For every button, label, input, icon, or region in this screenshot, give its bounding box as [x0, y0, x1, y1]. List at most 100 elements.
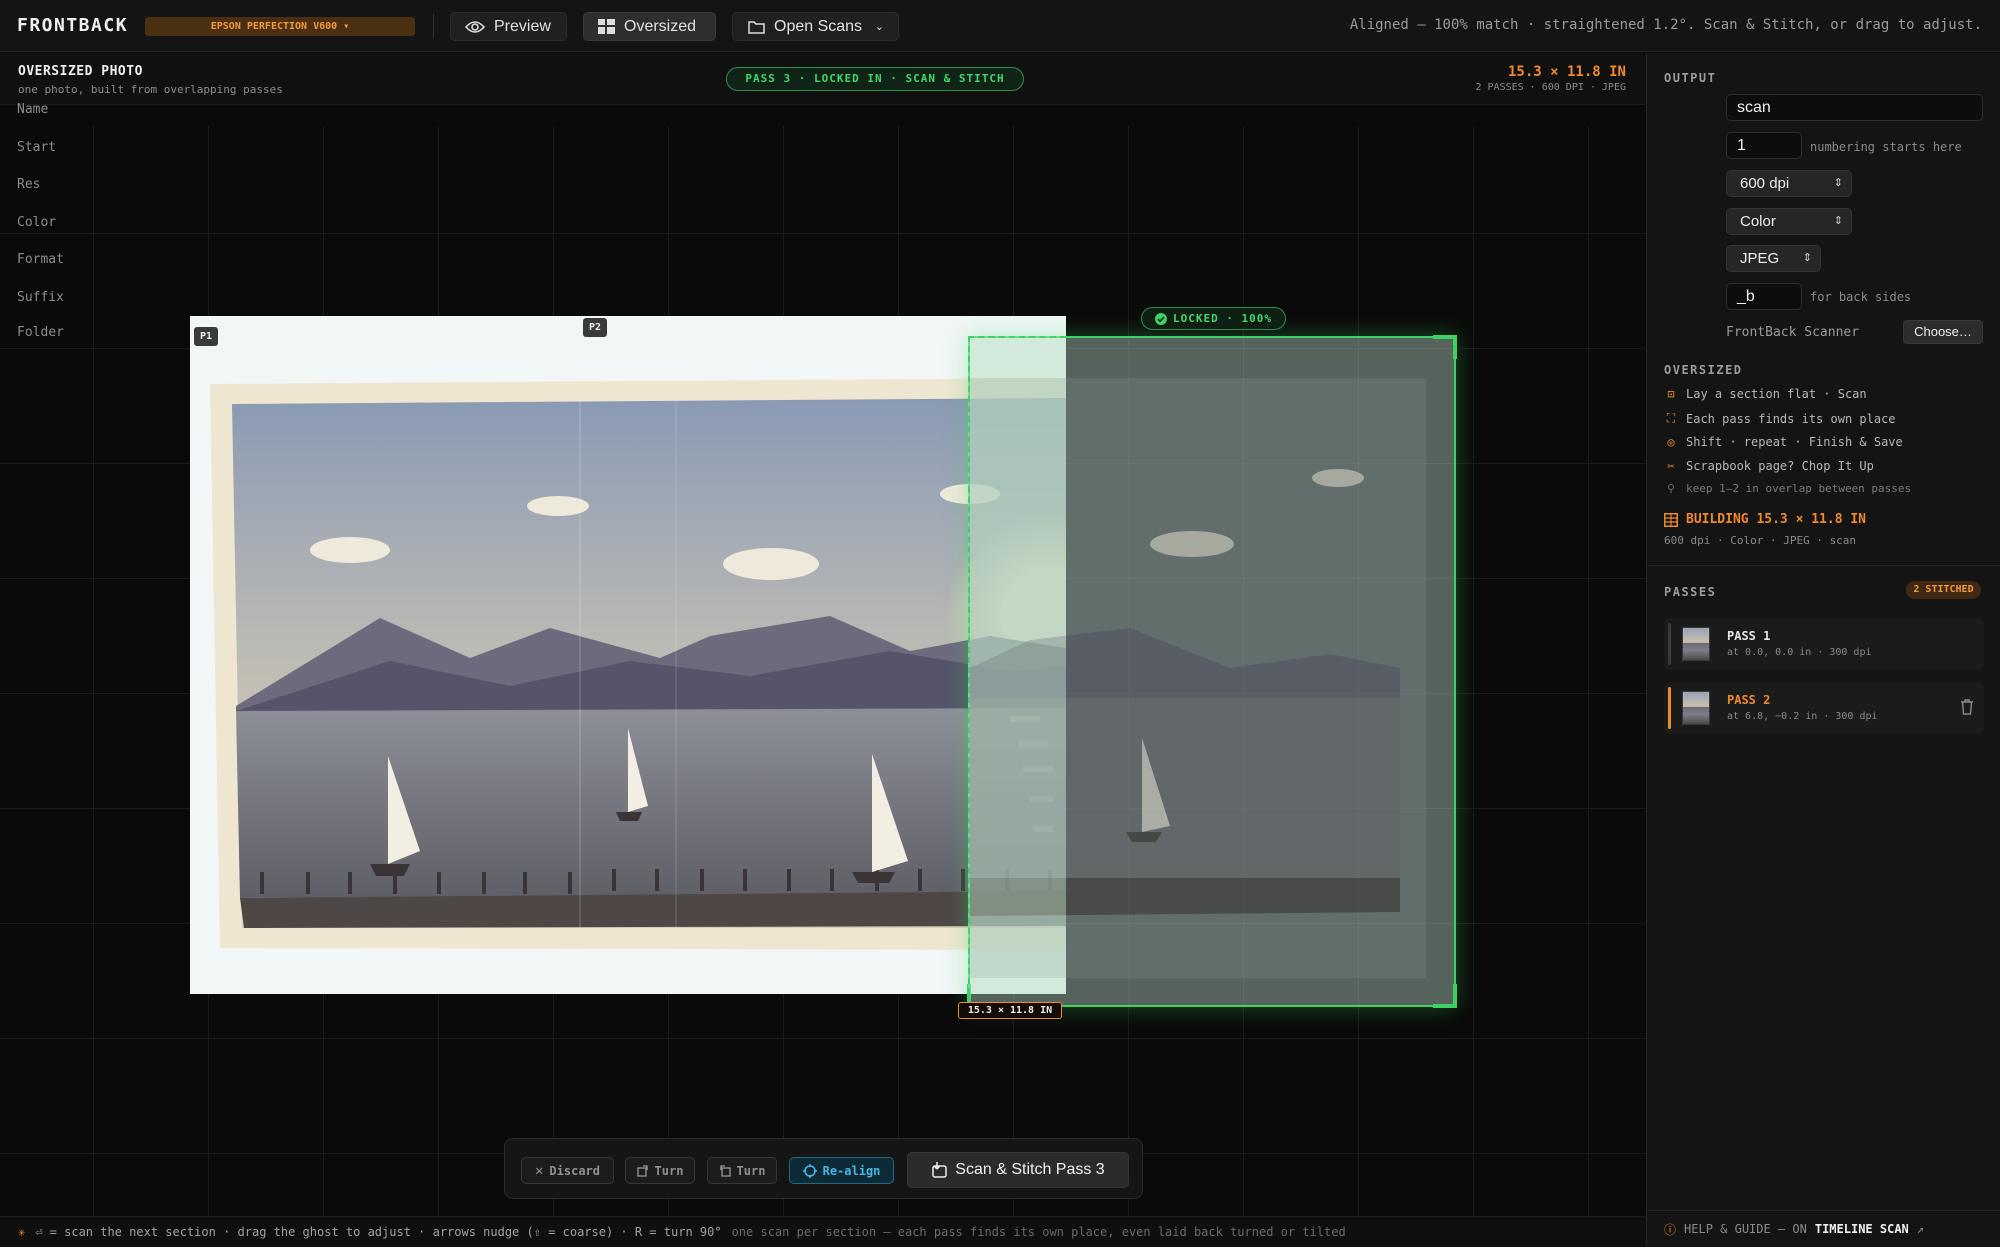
tab-preview-label: Preview — [494, 17, 551, 35]
trash-icon[interactable] — [1960, 699, 1974, 715]
ghost-corner-tr[interactable] — [1433, 335, 1457, 359]
output-section-label: OUTPUT — [1664, 71, 1717, 85]
guide-step-4-label: Scrapbook page? Chop It Up — [1686, 459, 1874, 473]
pass-status-pill: PASS 3 · LOCKED IN · SCAN & STITCH — [726, 67, 1024, 91]
output-dimensions: 15.3 × 11.8 IN — [1507, 64, 1626, 80]
shortcut-hint-secondary: one scan per section — each pass finds i… — [731, 1225, 1346, 1239]
turn-right-button[interactable]: Turn — [625, 1157, 695, 1184]
size-readout: 15.3 × 11.8 IN — [958, 1002, 1062, 1019]
pass-tag-p2: P2 — [583, 318, 608, 337]
tab-oversized-label: Oversized — [624, 17, 697, 35]
pass-tag-p1: P1 — [194, 327, 219, 346]
building-details: 600 dpi · Color · JPEG · scan — [1664, 534, 1857, 547]
building-status: BUILDING 15.3 × 11.8 IN — [1664, 512, 1866, 527]
folder-field-label: Folder — [17, 325, 64, 340]
pass-detail: at 0.0, 0.0 in · 300 dpi — [1727, 647, 1872, 658]
discard-button[interactable]: ✕ Discard — [521, 1157, 614, 1184]
realign-label: Re-align — [822, 1163, 881, 1178]
scanner-select[interactable]: EPSON PERFECTION V600 ▾ — [145, 17, 415, 36]
folder-path: FrontBack Scanner — [1726, 325, 1860, 340]
page-title: OVERSIZED PHOTO — [18, 64, 143, 79]
close-icon: ✕ — [534, 1162, 544, 1179]
tab-preview[interactable]: Preview — [450, 12, 567, 41]
tab-open-scans[interactable]: Open Scans ⌄ — [732, 12, 899, 41]
turn-left-label: Turn — [736, 1163, 766, 1178]
guide-step-2: ⛶ Each pass finds its own place — [1664, 411, 1896, 426]
updown-chevron-icon: ⇕ — [1802, 252, 1812, 264]
divider — [433, 14, 434, 38]
scanned-pass-area[interactable] — [190, 316, 1155, 994]
sparkle-icon: ✳ — [18, 1225, 26, 1239]
frame-icon: ⛶ — [1666, 411, 1676, 425]
pass-card-1[interactable]: PASS 1 at 0.0, 0.0 in · 300 dpi — [1664, 618, 1984, 670]
guide-step-1-label: Lay a section flat · Scan — [1686, 387, 1867, 401]
pass-thumbnail — [1682, 691, 1710, 725]
pass-thumbnail — [1682, 627, 1710, 661]
tab-oversized[interactable]: Oversized — [583, 12, 716, 41]
scissors-icon: ✂ — [1667, 459, 1675, 473]
pass-card-2[interactable]: PASS 2 at 6.8, −0.2 in · 300 dpi — [1664, 682, 1984, 734]
help-prefix: HELP & GUIDE — ON — [1684, 1222, 1807, 1236]
guide-step-2-label: Each pass finds its own place — [1686, 411, 1896, 426]
page-subtitle: one photo, built from overlapping passes — [18, 83, 283, 96]
help-guide-link[interactable]: ⓘ HELP & GUIDE — ON TIMELINE SCAN ↗ — [1647, 1210, 2000, 1247]
lock-status-pill: LOCKED · 100% — [1141, 307, 1286, 330]
guide-step-3-label: Shift · repeat · Finish & Save — [1686, 435, 1903, 449]
help-icon: ⓘ — [1664, 1222, 1677, 1237]
color-value: Color — [1740, 213, 1776, 230]
ghost-corner-br[interactable] — [1433, 984, 1457, 1008]
check-circle-icon: ◎ — [1667, 435, 1675, 449]
pass-detail: at 6.8, −0.2 in · 300 dpi — [1727, 711, 1878, 722]
resolution-select[interactable]: 600 dpi ⇕ — [1726, 170, 1852, 197]
start-field-label: Start — [17, 140, 57, 155]
check-circle-icon — [1154, 312, 1167, 325]
color-select[interactable]: Color ⇕ — [1726, 208, 1852, 235]
guide-step-3: ◎ Shift · repeat · Finish & Save — [1664, 435, 1903, 449]
guide-note: ⚲ keep 1–2 in overlap between passes — [1664, 482, 1911, 495]
chevron-down-icon: ▾ — [343, 21, 350, 32]
color-field-label: Color — [17, 215, 57, 230]
top-bar: FRONTBACK EPSON PERFECTION V600 ▾ Previe… — [0, 0, 2000, 52]
updown-chevron-icon: ⇕ — [1833, 177, 1843, 189]
name-input[interactable]: scan — [1726, 94, 1983, 121]
shortcut-hint-bar: ✳ ⏎ = scan the next section · drag the g… — [0, 1216, 1646, 1247]
shortcut-hint: ⏎ = scan the next section · drag the gho… — [35, 1225, 722, 1239]
format-select[interactable]: JPEG ⇕ — [1726, 245, 1821, 272]
suffix-hint: for back sides — [1810, 290, 1912, 304]
scan-stitch-button[interactable]: Scan & Stitch Pass 3 — [907, 1152, 1129, 1188]
turn-left-button[interactable]: Turn — [707, 1157, 777, 1184]
external-link-icon: ↗ — [1916, 1222, 1924, 1236]
app-logo: FRONTBACK — [17, 15, 129, 36]
pass-indicator — [1668, 687, 1671, 729]
format-field-label: Format — [17, 252, 64, 267]
start-input[interactable]: 1 — [1726, 132, 1802, 159]
chevron-down-icon[interactable]: ⌄ — [875, 20, 884, 33]
oversized-section-label: OVERSIZED — [1664, 363, 1743, 377]
pass-indicator — [1668, 623, 1671, 665]
scanner-name: EPSON PERFECTION V600 — [210, 21, 338, 32]
lock-status-label: LOCKED · 100% — [1172, 312, 1273, 325]
choose-folder-button[interactable]: Choose… — [1903, 320, 1983, 344]
scan-stitch-label: Scan & Stitch Pass 3 — [955, 1161, 1105, 1178]
ghost-overlap-zone — [968, 336, 1066, 994]
rotate-left-icon — [719, 1164, 731, 1177]
realign-button[interactable]: Re-align — [789, 1157, 894, 1184]
help-strong: TIMELINE SCAN — [1814, 1222, 1909, 1236]
pin-icon: ⚲ — [1666, 482, 1676, 495]
action-toolbar: ✕ Discard Turn Turn Re-align Scan & Stit… — [504, 1138, 1143, 1199]
divider — [1647, 565, 2000, 566]
start-hint: numbering starts here — [1810, 140, 1962, 154]
output-summary: 2 PASSES · 600 DPI · JPEG — [1475, 82, 1626, 93]
turn-right-label: Turn — [654, 1163, 684, 1178]
suffix-field-label: Suffix — [17, 290, 64, 305]
scan-stitch-icon — [932, 1162, 948, 1178]
discard-label: Discard — [549, 1163, 600, 1178]
pass-name: PASS 1 — [1727, 629, 1771, 643]
target-icon — [802, 1163, 817, 1178]
name-field-label: Name — [17, 102, 49, 117]
stitched-photo — [210, 378, 1155, 950]
format-value: JPEG — [1740, 250, 1780, 267]
scan-icon: ⊡ — [1667, 387, 1675, 401]
suffix-input[interactable]: _b — [1726, 283, 1802, 310]
pass-name: PASS 2 — [1727, 693, 1771, 707]
